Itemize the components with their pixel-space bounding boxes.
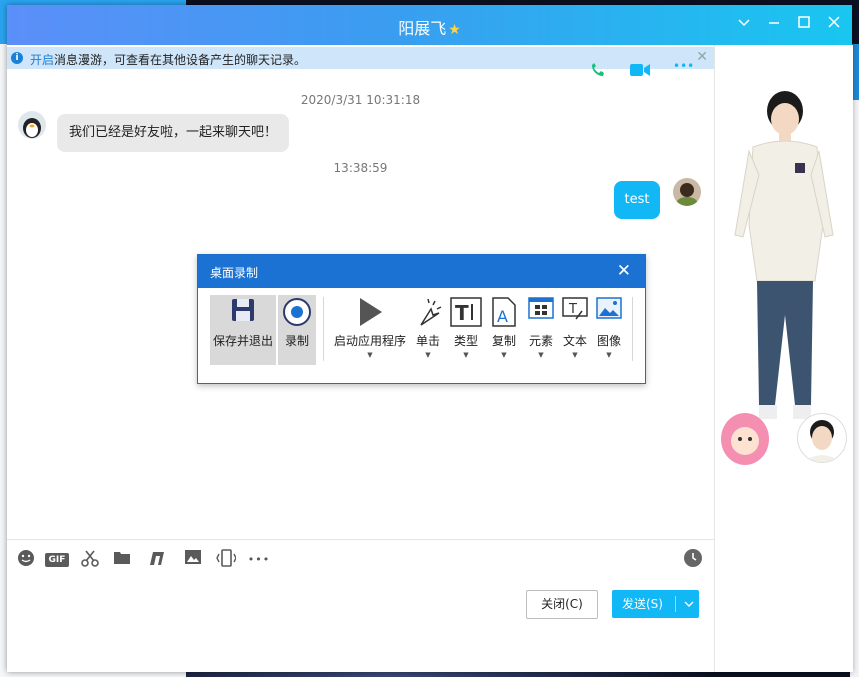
screen-shake-icon[interactable] — [215, 549, 237, 571]
floppy-icon — [230, 297, 256, 326]
enable-roaming-link[interactable]: 开启 — [30, 53, 54, 67]
send-button-separator — [675, 596, 676, 612]
click-icon — [413, 297, 443, 330]
copy-dropdown-icon[interactable]: ▼ — [486, 351, 522, 359]
close-window-button[interactable] — [824, 15, 844, 35]
type-dropdown-icon[interactable]: ▼ — [448, 351, 484, 359]
video-call-icon[interactable] — [629, 63, 651, 81]
image-button[interactable]: 图像 ▼ — [591, 295, 627, 365]
click-button[interactable]: 单击 ▼ — [410, 295, 446, 365]
emoji-icon[interactable] — [15, 549, 37, 571]
dropdown-icon[interactable] — [734, 15, 754, 35]
recorder-separator-end — [632, 297, 633, 361]
text-label: 文本 — [562, 334, 587, 348]
scissors-icon[interactable] — [79, 549, 101, 571]
window-title: 阳展飞 ★ — [7, 15, 852, 39]
element-icon — [528, 297, 554, 322]
record-button[interactable]: 录制 — [278, 295, 316, 365]
recorder-title-bar[interactable]: 桌面录制 ✕ — [198, 255, 645, 288]
message-bubble-sent: test — [614, 181, 660, 219]
input-divider — [7, 539, 714, 540]
copy-icon: A — [491, 297, 517, 330]
click-label: 单击 — [415, 334, 440, 348]
notice-text: 消息漫游，可查看在其他设备产生的聊天记录。 — [54, 53, 307, 67]
show-avatar-thumbnail[interactable] — [797, 413, 847, 463]
text-type-icon: T — [450, 297, 482, 330]
recorder-close-icon[interactable]: ✕ — [617, 261, 631, 281]
recorder-title: 桌面录制 — [210, 266, 259, 280]
contact-avatar[interactable] — [18, 111, 46, 139]
message-timestamp: 2020/3/31 10:31:18 — [300, 93, 421, 107]
element-dropdown-icon[interactable]: ▼ — [523, 351, 559, 359]
gif-icon[interactable]: GIF — [45, 553, 69, 567]
close-button[interactable]: 关闭(C) — [526, 590, 598, 619]
my-avatar[interactable] — [673, 178, 701, 206]
element-label: 元素 — [528, 334, 553, 348]
send-button-label: 发送(S) — [622, 597, 663, 611]
svg-text:T: T — [455, 301, 469, 325]
type-label: 类型 — [453, 334, 478, 348]
pet-illustration — [721, 413, 769, 465]
copy-button[interactable]: A 复制 ▼ — [486, 295, 522, 365]
image-label: 图像 — [596, 334, 621, 348]
more-options-icon[interactable]: ••• — [673, 59, 694, 77]
record-label: 录制 — [284, 334, 309, 348]
more-tools-icon[interactable]: ••• — [247, 549, 271, 571]
svg-text:A: A — [497, 307, 508, 326]
voice-call-icon[interactable] — [589, 63, 607, 81]
contact-show-pane — [714, 45, 853, 672]
launch-app-label: 启动应用程序 — [333, 334, 406, 348]
info-icon: i — [11, 52, 23, 64]
send-button[interactable]: 发送(S) — [612, 590, 699, 618]
text-icon: T — [562, 297, 588, 324]
history-clock-icon[interactable] — [684, 549, 702, 567]
launch-app-dropdown-icon[interactable]: ▼ — [332, 351, 408, 359]
type-button[interactable]: T 类型 ▼ — [448, 295, 484, 365]
send-options-chevron-icon[interactable] — [680, 590, 698, 618]
copy-label: 复制 — [491, 334, 516, 348]
text-dropdown-icon[interactable]: ▼ — [557, 351, 593, 359]
record-icon — [282, 297, 312, 330]
message-bubble-received: 我们已经是好友啦，一起来聊天吧！ — [57, 114, 290, 152]
message-timestamp: 13:38:59 — [333, 161, 388, 175]
music-icon[interactable] — [146, 549, 168, 571]
play-icon — [357, 297, 383, 330]
save-and-exit-label: 保存并退出 — [212, 334, 273, 348]
contact-name: 阳展飞 — [398, 19, 447, 38]
close-notice-icon[interactable]: ✕ — [696, 49, 708, 65]
recorder-separator — [323, 297, 324, 361]
minimize-button[interactable] — [764, 15, 784, 35]
launch-app-button[interactable]: 启动应用程序 ▼ — [332, 295, 408, 365]
image-icon — [596, 297, 622, 322]
image-icon[interactable] — [182, 549, 204, 571]
element-button[interactable]: 元素 ▼ — [523, 295, 559, 365]
maximize-button[interactable] — [794, 15, 814, 35]
svg-text:T: T — [568, 302, 577, 317]
title-bar[interactable]: 阳展飞 ★ — [7, 5, 852, 45]
vip-badge-icon: ★ — [448, 22, 461, 38]
save-and-exit-button[interactable]: 保存并退出 — [210, 295, 276, 365]
folder-icon[interactable] — [111, 549, 133, 571]
roaming-notice-bar: i 开启消息漫游，可查看在其他设备产生的聊天记录。 ✕ — [7, 47, 714, 69]
desktop-recorder-dialog: 桌面录制 ✕ 保存并退出 录制 启动应用程序 ▼ 单击 ▼ T 类型 ▼ A 复… — [197, 254, 646, 384]
click-dropdown-icon[interactable]: ▼ — [410, 351, 446, 359]
image-dropdown-icon[interactable]: ▼ — [591, 351, 627, 359]
text-button[interactable]: T 文本 ▼ — [557, 295, 593, 365]
